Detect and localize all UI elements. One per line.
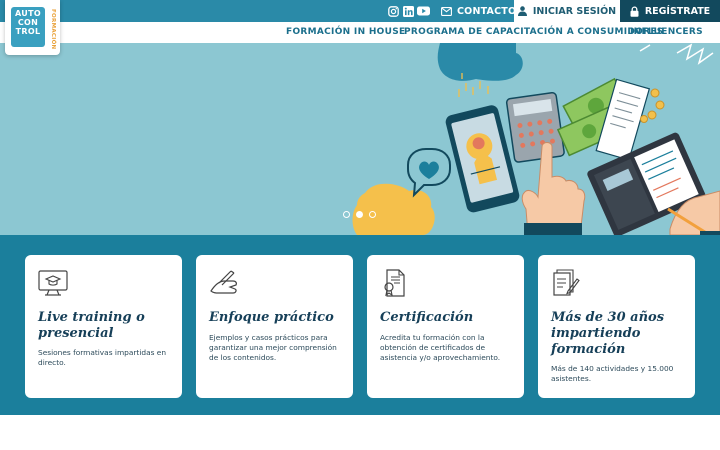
feature-description: Ejemplos y casos prácticos para garantiz…	[209, 333, 337, 362]
logo-line: CON	[17, 18, 39, 27]
login-button[interactable]: INICIAR SESIÓN	[514, 0, 620, 22]
contact-link[interactable]: CONTACTO	[441, 0, 516, 22]
user-icon	[517, 6, 527, 16]
hero-illustration	[352, 43, 720, 235]
certificate-icon	[384, 269, 405, 297]
carousel-dot[interactable]	[343, 211, 350, 218]
linkedin-icon[interactable]	[403, 4, 414, 18]
lock-icon	[630, 5, 639, 17]
feature-title: Certificación	[380, 310, 474, 325]
carousel-dot-active[interactable]	[356, 211, 363, 218]
nav-item-influencers[interactable]: INFLUENCERS	[630, 22, 703, 43]
nav-item-programa-capacitacion[interactable]: PROGRAMA DE CAPACITACIÓN A CONSUMIDORES	[404, 22, 664, 43]
feature-title: Enfoque práctico	[209, 310, 334, 325]
computer-graduation-icon	[38, 270, 68, 296]
logo-side-text: FORMACIÓN	[50, 9, 56, 50]
feature-title: Live training o presencial	[38, 310, 145, 341]
autocontrol-logo[interactable]: AUTO CON TROL FORMACIÓN	[5, 0, 60, 55]
main-nav: FORMACIÓN IN HOUSE PROGRAMA DE CAPACITAC…	[0, 22, 720, 43]
hero-banner[interactable]	[0, 43, 720, 235]
feature-title: Más de 30 años impartiendo formación	[551, 310, 665, 357]
logo-line: TROL	[15, 27, 41, 36]
hand-writing-icon	[210, 270, 237, 294]
feature-card-certificacion: Certificación Acredita tu formación con …	[367, 255, 524, 398]
documents-pen-icon	[553, 269, 580, 296]
feature-description: Sesiones formativas impartidas en direct…	[38, 348, 167, 367]
nav-item-formacion-in-house[interactable]: FORMACIÓN IN HOUSE	[286, 22, 405, 43]
feature-card-enfoque-practico: Enfoque práctico Ejemplos y casos prácti…	[196, 255, 353, 398]
features-section: Live training o presencial Sesiones form…	[0, 235, 720, 415]
login-label: INICIAR SESIÓN	[532, 5, 617, 17]
logo-mark: AUTO CON TROL	[11, 7, 45, 47]
feature-description: Acredita tu formación con la obtención d…	[380, 333, 501, 362]
contact-label: CONTACTO	[457, 5, 517, 17]
carousel-dot[interactable]	[369, 211, 376, 218]
feature-description: Más de 140 actividades y 15.000 asistent…	[551, 364, 674, 383]
mail-icon	[441, 6, 452, 16]
register-label: REGÍSTRATE	[644, 5, 711, 17]
feature-card-live-training: Live training o presencial Sesiones form…	[25, 255, 182, 398]
feature-card-experiencia: Más de 30 años impartiendo formación Más…	[538, 255, 695, 398]
carousel-dots	[343, 211, 376, 218]
top-bar: CONTACTO INICIAR SESIÓN REGÍSTRATE	[0, 0, 720, 22]
instagram-icon[interactable]	[388, 4, 399, 18]
logo-line: AUTO	[15, 9, 41, 18]
register-button[interactable]: REGÍSTRATE	[620, 0, 720, 22]
youtube-icon[interactable]	[417, 4, 430, 18]
